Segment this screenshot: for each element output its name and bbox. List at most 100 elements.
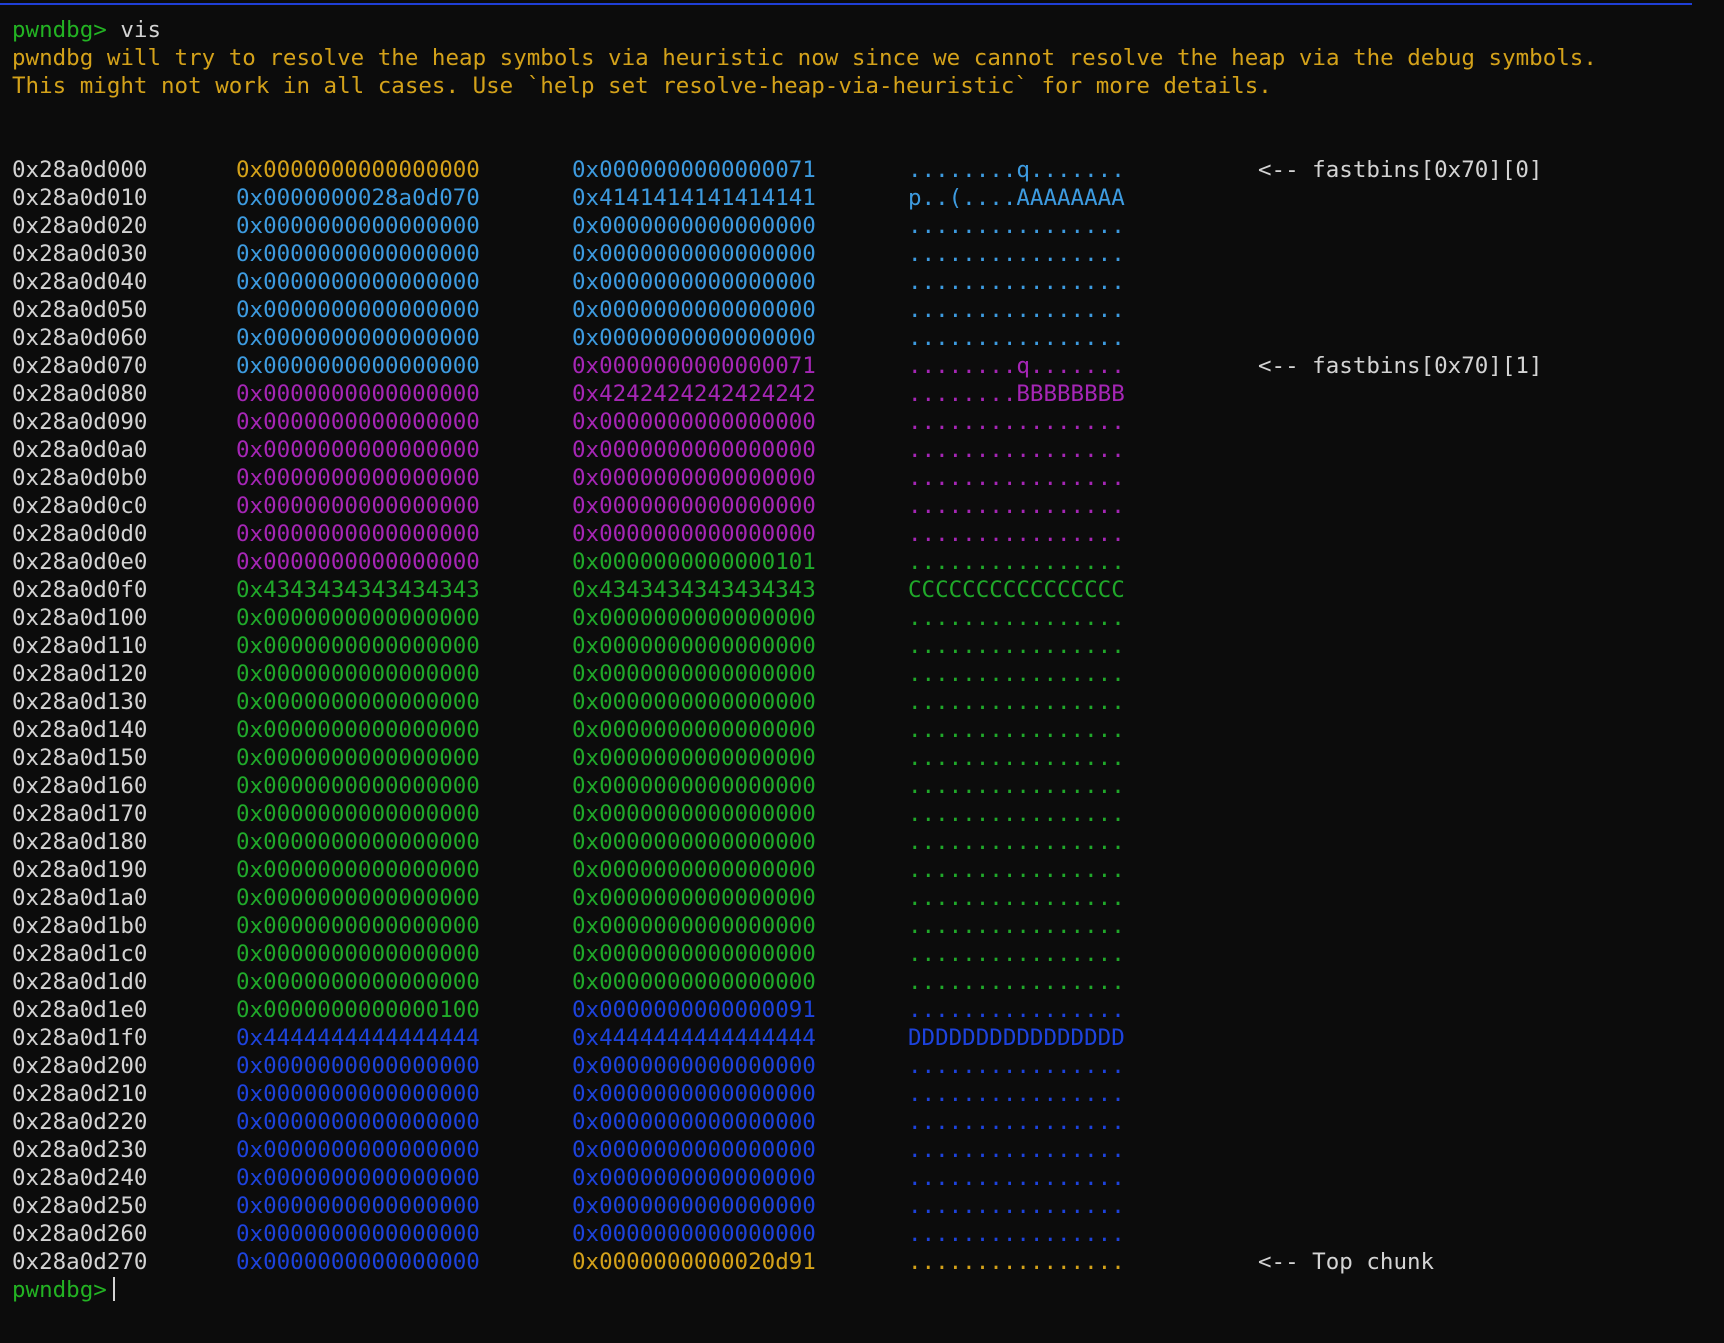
heap-qword-1: 0x0000000000000000 — [236, 381, 480, 407]
terminal-output[interactable]: pwndbg> vis pwndbg will try to resolve t… — [12, 16, 1724, 1304]
heap-qword-2: 0x4141414141414141 — [572, 185, 816, 211]
heap-address: 0x28a0d050 — [12, 297, 148, 323]
heap-address: 0x28a0d010 — [12, 185, 148, 211]
command-line: pwndbg> vis — [12, 16, 1724, 44]
heap-qword-2: 0x0000000000000000 — [572, 801, 816, 827]
heap-ascii: ................ — [908, 437, 1125, 463]
heap-qword-2: 0x0000000000000000 — [572, 493, 816, 519]
heap-qword-1: 0x0000000000000000 — [236, 521, 480, 547]
heap-ascii: ................ — [908, 1053, 1125, 1079]
heap-row: 0x28a0d230 0x0000000000000000 0x0000000000… — [12, 1136, 1724, 1164]
heap-address: 0x28a0d030 — [12, 241, 148, 267]
heap-row: 0x28a0d110 0x0000000000000000 0x0000000000… — [12, 632, 1724, 660]
heap-row: 0x28a0d1d0 0x0000000000000000 0x0000000000… — [12, 968, 1724, 996]
heap-annotation: <-- fastbins[0x70][0] — [1258, 157, 1543, 183]
heap-ascii: ................ — [908, 773, 1125, 799]
heap-qword-1: 0x0000000000000000 — [236, 493, 480, 519]
heap-qword-1: 0x4343434343434343 — [236, 577, 480, 603]
heap-qword-1: 0x0000000000000000 — [236, 409, 480, 435]
heap-row: 0x28a0d190 0x0000000000000000 0x0000000000… — [12, 856, 1724, 884]
heap-qword-1: 0x0000000000000100 — [236, 997, 480, 1023]
heap-annotation: <-- Top chunk — [1258, 1249, 1435, 1275]
heap-qword-2: 0x0000000000000000 — [572, 437, 816, 463]
heap-ascii: ................ — [908, 913, 1125, 939]
heap-qword-1: 0x0000000000000000 — [236, 1137, 480, 1163]
heap-row: 0x28a0d200 0x0000000000000000 0x0000000000… — [12, 1052, 1724, 1080]
heap-row: 0x28a0d020 0x0000000000000000 0x0000000000… — [12, 212, 1724, 240]
heap-qword-1: 0x0000000000000000 — [236, 297, 480, 323]
heap-row: 0x28a0d150 0x0000000000000000 0x0000000000… — [12, 744, 1724, 772]
heap-ascii: ................ — [908, 1193, 1125, 1219]
heap-address: 0x28a0d1e0 — [12, 997, 148, 1023]
text-cursor — [112, 1277, 115, 1301]
heap-row: 0x28a0d270 0x0000000000000000 0x0000000000… — [12, 1248, 1724, 1276]
heap-row: 0x28a0d130 0x0000000000000000 0x0000000000… — [12, 688, 1724, 716]
heap-qword-1: 0x0000000000000000 — [236, 157, 480, 183]
heap-qword-2: 0x0000000000000000 — [572, 857, 816, 883]
heap-row: 0x28a0d090 0x0000000000000000 0x0000000000… — [12, 408, 1724, 436]
heap-qword-2: 0x0000000000000000 — [572, 1193, 816, 1219]
input-line[interactable]: pwndbg> — [12, 1276, 1724, 1304]
heap-address: 0x28a0d0b0 — [12, 465, 148, 491]
heap-qword-1: 0x0000000000000000 — [236, 773, 480, 799]
heap-qword-2: 0x0000000000000000 — [572, 1165, 816, 1191]
heap-row: 0x28a0d0c0 0x0000000000000000 0x0000000000… — [12, 492, 1724, 520]
heap-qword-2: 0x0000000000000000 — [572, 1137, 816, 1163]
heap-qword-2: 0x0000000000000101 — [572, 549, 816, 575]
heap-qword-1: 0x0000000000000000 — [236, 885, 480, 911]
heap-address: 0x28a0d110 — [12, 633, 148, 659]
heap-qword-2: 0x0000000000020d91 — [572, 1249, 816, 1275]
heap-address: 0x28a0d080 — [12, 381, 148, 407]
heap-qword-2: 0x0000000000000000 — [572, 633, 816, 659]
heap-address: 0x28a0d140 — [12, 717, 148, 743]
heap-ascii: p..(....AAAAAAAA — [908, 185, 1125, 211]
heap-ascii: ................ — [908, 409, 1125, 435]
heap-ascii: DDDDDDDDDDDDDDDD — [908, 1025, 1125, 1051]
heap-qword-2: 0x0000000000000000 — [572, 325, 816, 351]
heap-ascii: ................ — [908, 213, 1125, 239]
heap-row: 0x28a0d210 0x0000000000000000 0x0000000000… — [12, 1080, 1724, 1108]
heap-qword-2: 0x0000000000000000 — [572, 969, 816, 995]
heap-qword-2: 0x0000000000000000 — [572, 605, 816, 631]
command-text: vis — [120, 17, 162, 43]
heap-qword-2: 0x0000000000000000 — [572, 913, 816, 939]
heap-row: 0x28a0d240 0x0000000000000000 0x0000000000… — [12, 1164, 1724, 1192]
heap-row: 0x28a0d030 0x0000000000000000 0x0000000000… — [12, 240, 1724, 268]
heap-address: 0x28a0d240 — [12, 1165, 148, 1191]
heap-ascii: ................ — [908, 269, 1125, 295]
heap-row: 0x28a0d1e0 0x0000000000000100 0x0000000000… — [12, 996, 1724, 1024]
heap-row: 0x28a0d0e0 0x0000000000000000 0x0000000000… — [12, 548, 1724, 576]
heap-address: 0x28a0d220 — [12, 1109, 148, 1135]
heap-qword-2: 0x0000000000000000 — [572, 745, 816, 771]
heap-qword-2: 0x0000000000000000 — [572, 1053, 816, 1079]
heap-qword-1: 0x0000000000000000 — [236, 717, 480, 743]
heap-row: 0x28a0d040 0x0000000000000000 0x0000000000… — [12, 268, 1724, 296]
heap-ascii: ................ — [908, 1249, 1125, 1275]
heap-row: 0x28a0d170 0x0000000000000000 0x0000000000… — [12, 800, 1724, 828]
warning-line-2: This might not work in all cases. Use `h… — [12, 73, 1272, 99]
heap-qword-1: 0x0000000000000000 — [236, 353, 480, 379]
heap-ascii: ........q....... — [908, 353, 1125, 379]
heap-row: 0x28a0d1f0 0x4444444444444444 0x4444444444… — [12, 1024, 1724, 1052]
heap-row: 0x28a0d100 0x0000000000000000 0x0000000000… — [12, 604, 1724, 632]
heap-ascii: ................ — [908, 549, 1125, 575]
heap-address: 0x28a0d1d0 — [12, 969, 148, 995]
heap-address: 0x28a0d210 — [12, 1081, 148, 1107]
heap-address: 0x28a0d100 — [12, 605, 148, 631]
heap-qword-2: 0x0000000000000000 — [572, 409, 816, 435]
heap-address: 0x28a0d150 — [12, 745, 148, 771]
heap-qword-2: 0x0000000000000000 — [572, 689, 816, 715]
heap-qword-2: 0x0000000000000000 — [572, 661, 816, 687]
window-top-accent-line — [0, 3, 1692, 5]
heap-address: 0x28a0d230 — [12, 1137, 148, 1163]
heap-qword-1: 0x0000000000000000 — [236, 605, 480, 631]
heap-row: 0x28a0d1b0 0x0000000000000000 0x0000000000… — [12, 912, 1724, 940]
heap-ascii: ................ — [908, 605, 1125, 631]
heap-qword-1: 0x0000000000000000 — [236, 689, 480, 715]
heap-address: 0x28a0d170 — [12, 801, 148, 827]
heap-qword-1: 0x0000000000000000 — [236, 801, 480, 827]
heap-row: 0x28a0d000 0x0000000000000000 0x0000000000… — [12, 156, 1724, 184]
heap-qword-1: 0x4444444444444444 — [236, 1025, 480, 1051]
heap-ascii: CCCCCCCCCCCCCCCC — [908, 577, 1125, 603]
heap-address: 0x28a0d1a0 — [12, 885, 148, 911]
